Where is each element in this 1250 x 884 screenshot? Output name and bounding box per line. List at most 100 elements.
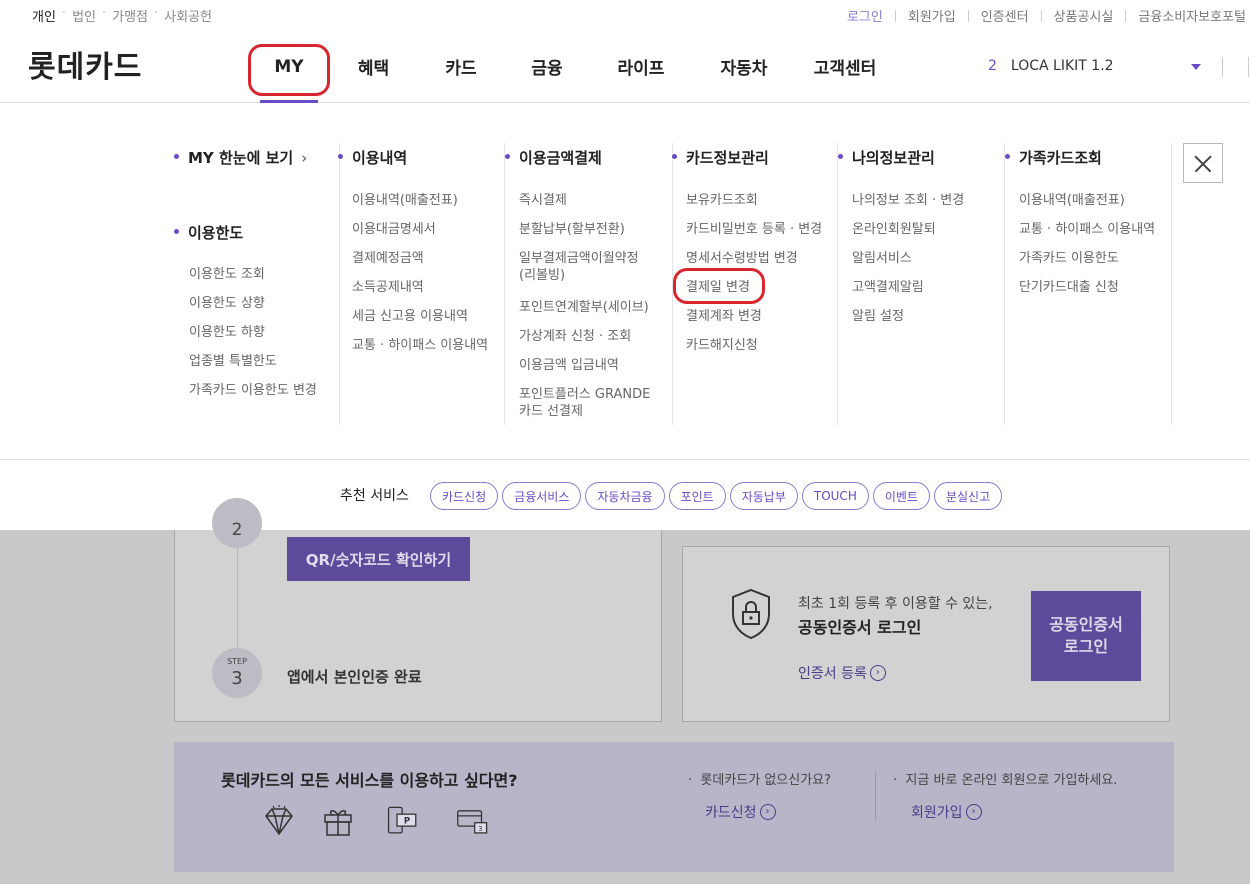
menu-title-overview[interactable]: MY 한눈에 보기 › bbox=[174, 147, 307, 168]
menu-item[interactable]: 카드비밀번호 등록 · 변경 bbox=[672, 221, 822, 250]
menu-title-limit[interactable]: 이용한도 bbox=[174, 222, 243, 243]
account-number: 2 bbox=[988, 58, 997, 74]
menu-item[interactable]: 온라인회원탈퇴 bbox=[838, 221, 964, 250]
menu-item-payment-date-change[interactable]: 결제일 변경 bbox=[672, 268, 822, 308]
menu-title-my-info[interactable]: 나의정보관리 bbox=[838, 147, 935, 168]
reco-tag[interactable]: 분실신고 bbox=[933, 482, 1003, 510]
tab-social[interactable]: 사회공헌 bbox=[164, 6, 212, 25]
reco-tag[interactable]: 카드신청 bbox=[430, 482, 499, 510]
menu-item[interactable]: 카드해지신청 bbox=[672, 337, 822, 366]
logo[interactable]: 롯데카드 bbox=[28, 42, 142, 86]
reco-tags: 카드신청 금융서비스 자동차금융 포인트 자동납부 TOUCH 이벤트 분실신고 bbox=[430, 482, 1003, 510]
nav-customer-center[interactable]: 고객센터 bbox=[799, 30, 891, 103]
audience-tabs: 개인 · 법인 · 가맹점 · 사회공헌 bbox=[32, 6, 212, 25]
cert-title: 공동인증서 로그인 bbox=[798, 618, 922, 637]
menu-title-family[interactable]: 가족카드조회 bbox=[1005, 147, 1102, 168]
shield-lock-icon bbox=[732, 588, 770, 640]
menu-item[interactable]: 소득공제내역 bbox=[338, 279, 488, 308]
menu-item[interactable]: 이용한도 상향 bbox=[175, 295, 317, 324]
reco-tag[interactable]: TOUCH bbox=[801, 482, 869, 510]
card-bill-icon: 3 bbox=[457, 810, 488, 834]
menu-item[interactable]: 이용내역(매출전표) bbox=[338, 192, 488, 221]
menu-item[interactable]: 세금 신고용 이용내역 bbox=[338, 308, 488, 337]
menu-item[interactable]: 이용금액 입금내역 bbox=[505, 357, 655, 386]
reco-tag[interactable]: 자동납부 bbox=[729, 482, 798, 510]
step-2-badge: 2 bbox=[212, 498, 262, 548]
menu-item[interactable]: 이용내역(매출전표) bbox=[1005, 192, 1155, 221]
reco-tag[interactable]: 금융서비스 bbox=[502, 482, 582, 510]
arrow-right-circle-icon: › bbox=[759, 804, 776, 820]
menu-item[interactable]: 결제계좌 변경 bbox=[672, 308, 822, 337]
menu-item[interactable]: 일부결제금액이월약정(리볼빙) bbox=[505, 250, 655, 299]
menu-item[interactable]: 알림 설정 bbox=[838, 308, 964, 337]
cert-center-link[interactable]: 인증센터 bbox=[981, 6, 1029, 25]
step-3-text: 앱에서 본인인증 완료 bbox=[287, 668, 422, 686]
tab-merchant[interactable]: 가맹점 bbox=[112, 6, 148, 25]
menu-item[interactable]: 결제예정금액 bbox=[338, 250, 488, 279]
menu-column-usage: 이용내역 이용내역(매출전표) 이용대금명세서 결제예정금액 소득공제내역 세금… bbox=[338, 143, 505, 425]
menu-item[interactable]: 알림서비스 bbox=[838, 250, 964, 279]
main-header: 롯데카드 MY 혜택 카드 금융 라이프 자동차 고객센터 2 LOCA LIK… bbox=[0, 30, 1250, 103]
nav-card[interactable]: 카드 bbox=[421, 30, 501, 103]
menu-title-usage[interactable]: 이용내역 bbox=[338, 147, 407, 168]
nav-benefits[interactable]: 혜택 bbox=[326, 30, 421, 103]
svg-text:P: P bbox=[404, 817, 410, 827]
highlight-ring bbox=[248, 44, 330, 96]
reco-tag[interactable]: 이벤트 bbox=[872, 482, 930, 510]
login-link[interactable]: 로그인 bbox=[847, 6, 883, 25]
menu-column-my-info: 나의정보관리 나의정보 조회 · 변경 온라인회원탈퇴 알림서비스 고액결제알림… bbox=[838, 143, 1005, 425]
menu-item[interactable]: 단기카드대출 신청 bbox=[1005, 279, 1155, 308]
banner-question-card: · 롯데카드가 없으신가요? bbox=[688, 773, 832, 788]
menu-item[interactable]: 포인트연계할부(세이브) bbox=[505, 299, 655, 328]
menu-item[interactable]: 분할납부(할부전환) bbox=[505, 221, 655, 250]
tab-corporate[interactable]: 법인 bbox=[72, 6, 96, 25]
banner-title: 롯데카드의 모든 서비스를 이용하고 싶다면? bbox=[221, 771, 518, 790]
menu-item[interactable]: 고액결제알림 bbox=[838, 279, 964, 308]
menu-item[interactable]: 가족카드 이용한도 변경 bbox=[175, 382, 317, 411]
mega-menu: MY 한눈에 보기 › 이용한도 이용한도 조회 이용한도 상향 이용한도 하향 … bbox=[0, 103, 1250, 460]
reco-tag[interactable]: 포인트 bbox=[668, 482, 726, 510]
signup-link[interactable]: 회원가입 bbox=[908, 6, 956, 25]
menu-item[interactable]: 업종별 특별한도 bbox=[175, 353, 317, 382]
product-disclosure-link[interactable]: 상품공시실 bbox=[1054, 6, 1114, 25]
menu-column-family: 가족카드조회 이용내역(매출전표) 교통 · 하이패스 이용내역 가족카드 이용… bbox=[1005, 143, 1172, 425]
menu-title-card-info[interactable]: 카드정보관리 bbox=[672, 147, 769, 168]
cert-login-button[interactable]: 공동인증서 로그인 bbox=[1031, 591, 1141, 681]
util-links: 로그인 회원가입 인증센터 상품공시실 금융소비자보호포털 bbox=[847, 6, 1246, 25]
main-nav: MY 혜택 카드 금융 라이프 자동차 고객센터 bbox=[248, 30, 891, 103]
menu-item[interactable]: 보유카드조회 bbox=[672, 192, 822, 221]
nav-auto[interactable]: 자동차 bbox=[689, 30, 799, 103]
account-selector[interactable]: 2 LOCA LIKIT 1.2 bbox=[988, 58, 1201, 74]
recommended-services: 추천 서비스 카드신청 금융서비스 자동차금융 포인트 자동납부 TOUCH 이… bbox=[0, 460, 1250, 530]
menu-item[interactable]: 즉시결제 bbox=[505, 192, 655, 221]
highlight-ring bbox=[673, 268, 765, 304]
menu-column-card-info: 카드정보관리 보유카드조회 카드비밀번호 등록 · 변경 명세서수령방법 변경 … bbox=[672, 143, 838, 425]
menu-item[interactable]: 교통 · 하이패스 이용내역 bbox=[338, 337, 488, 366]
consumer-portal-link[interactable]: 금융소비자보호포털 bbox=[1138, 6, 1246, 25]
menu-item[interactable]: 가족카드 이용한도 bbox=[1005, 250, 1155, 279]
account-name: LOCA LIKIT 1.2 bbox=[1010, 58, 1114, 74]
banner-signup-link[interactable]: 회원가입 › bbox=[911, 802, 982, 822]
cert-register-link[interactable]: 인증서 등록 › bbox=[798, 663, 886, 683]
menu-item[interactable]: 이용한도 하향 bbox=[175, 324, 317, 353]
nav-finance[interactable]: 금융 bbox=[501, 30, 593, 103]
tab-personal[interactable]: 개인 bbox=[32, 6, 56, 25]
step-connector bbox=[237, 530, 238, 655]
nav-life[interactable]: 라이프 bbox=[593, 30, 689, 103]
close-icon[interactable] bbox=[1183, 143, 1223, 183]
menu-item[interactable]: 나의정보 조회 · 변경 bbox=[838, 192, 964, 221]
menu-column-payment: 이용금액결제 즉시결제 분할납부(할부전환) 일부결제금액이월약정(리볼빙) 포… bbox=[505, 143, 673, 425]
menu-item[interactable]: 가상계좌 신청 · 조회 bbox=[505, 328, 655, 357]
nav-my[interactable]: MY bbox=[248, 30, 330, 103]
menu-item[interactable]: 교통 · 하이패스 이용내역 bbox=[1005, 221, 1155, 250]
qr-code-check-button[interactable]: QR/숫자코드 확인하기 bbox=[287, 537, 470, 581]
cert-description: 최초 1회 등록 후 이용할 수 있는, bbox=[798, 596, 993, 612]
menu-item[interactable]: 이용한도 조회 bbox=[175, 266, 317, 295]
reco-tag[interactable]: 자동차금융 bbox=[585, 482, 665, 510]
menu-item[interactable]: 이용대금명세서 bbox=[338, 221, 488, 250]
menu-item[interactable]: 포인트플러스 GRANDE카드 선결제 bbox=[505, 386, 655, 435]
menu-title-payment[interactable]: 이용금액결제 bbox=[505, 147, 602, 168]
mobile-point-icon: P bbox=[387, 806, 417, 834]
banner-card-apply-link[interactable]: 카드신청 › bbox=[705, 802, 776, 822]
reco-label: 추천 서비스 bbox=[340, 488, 409, 504]
